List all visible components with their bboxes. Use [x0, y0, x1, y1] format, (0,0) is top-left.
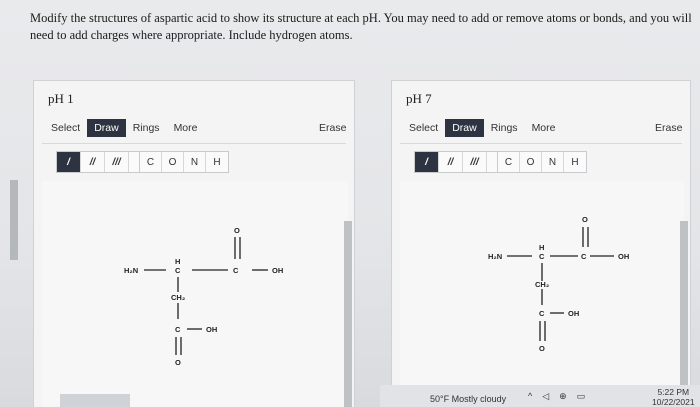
draw-tool[interactable]: Draw	[445, 119, 484, 137]
atom-o-button[interactable]: O	[162, 152, 184, 172]
atom-h-button[interactable]: H	[564, 152, 586, 172]
atom-carboxyl-c[interactable]: C	[233, 266, 239, 275]
atom-group: C O N H	[497, 152, 586, 172]
atom-n-button[interactable]: N	[542, 152, 564, 172]
left-edge-scrollbar[interactable]	[10, 180, 18, 260]
globe-icon[interactable]: ⊕	[559, 391, 567, 402]
speaker-icon[interactable]: ◁	[542, 391, 549, 402]
atom-n-button[interactable]: N	[184, 152, 206, 172]
atom-carboxyl-o[interactable]: O	[234, 226, 240, 235]
more-tool[interactable]: More	[167, 119, 205, 137]
weather-widget[interactable]: 50°F Mostly cloudy	[430, 394, 506, 404]
atom-alpha-c[interactable]: C	[175, 266, 181, 275]
editor-toolbar: Select Draw Rings More	[402, 117, 563, 139]
single-bond-button[interactable]: /	[415, 152, 439, 172]
molecule-drawing: H₂N C H C O OH CH₂ C OH O	[488, 215, 629, 353]
editor-toolbar: Select Draw Rings More	[44, 117, 205, 139]
toolbar-divider	[400, 143, 682, 144]
atom-side-o[interactable]: O	[539, 344, 545, 353]
triple-bond-button[interactable]: ///	[463, 152, 487, 172]
atom-alpha-h[interactable]: H	[539, 243, 544, 252]
atom-h2n[interactable]: H₂N	[124, 266, 138, 275]
triple-bond-button[interactable]: ///	[105, 152, 129, 172]
panel-title: pH 1	[48, 91, 74, 106]
atom-carboxyl-oh[interactable]: OH	[272, 266, 283, 275]
battery-icon[interactable]: ▭	[577, 391, 586, 402]
taskbar: 50°F Mostly cloudy ^ ◁ ⊕ ▭ 5:22 PM 10/22…	[380, 385, 700, 407]
drawing-canvas[interactable]: H₂N C H C O OH CH₂ C OH O	[400, 181, 684, 407]
chevron-up-icon[interactable]: ^	[528, 391, 532, 402]
double-bond-button[interactable]: //	[81, 152, 105, 172]
clock-time: 5:22 PM	[657, 387, 690, 397]
single-bond-button[interactable]: /	[57, 152, 81, 172]
screen: Modify the structures of aspartic acid t…	[0, 0, 700, 407]
atom-side-c[interactable]: C	[539, 309, 545, 318]
clock-date: 10/22/2021	[652, 397, 695, 407]
atom-c-button[interactable]: C	[498, 152, 520, 172]
panel-ph7: pH 7 Select Draw Rings More Erase / // /…	[391, 80, 691, 407]
atom-h-button[interactable]: H	[206, 152, 228, 172]
atom-carboxyl-c[interactable]: C	[581, 252, 587, 261]
more-tool[interactable]: More	[525, 119, 563, 137]
atom-carboxyl-oh[interactable]: OH	[618, 252, 629, 261]
question-text: Modify the structures of aspartic acid t…	[30, 11, 692, 42]
toolbar-divider	[42, 143, 346, 144]
canvas-scrollbar[interactable]	[680, 221, 688, 407]
draw-subtools: / // /// C O N H	[414, 151, 587, 173]
rings-tool[interactable]: Rings	[126, 119, 167, 137]
molecule-drawing: H₂N C H C O OH CH₂ C OH O	[124, 226, 283, 367]
draw-subtools: / // /// C O N H	[56, 151, 229, 173]
atom-ch2[interactable]: CH₂	[171, 293, 185, 302]
select-tool[interactable]: Select	[44, 119, 87, 137]
panel-ph1: pH 1 Select Draw Rings More Erase / // /…	[33, 80, 355, 407]
atom-h2n[interactable]: H₂N	[488, 252, 502, 261]
select-tool[interactable]: Select	[402, 119, 445, 137]
atom-alpha-c[interactable]: C	[539, 252, 545, 261]
atom-side-oh[interactable]: OH	[568, 309, 579, 318]
atom-alpha-h[interactable]: H	[175, 257, 180, 266]
page-footer-bar	[60, 394, 130, 407]
atom-ch2[interactable]: CH₂	[535, 280, 549, 289]
double-bond-button[interactable]: //	[439, 152, 463, 172]
panel-title: pH 7	[406, 91, 432, 106]
atom-side-o[interactable]: O	[175, 358, 181, 367]
atom-carboxyl-o[interactable]: O	[582, 215, 588, 224]
atom-c-button[interactable]: C	[140, 152, 162, 172]
draw-tool[interactable]: Draw	[87, 119, 126, 137]
rings-tool[interactable]: Rings	[484, 119, 525, 137]
atom-group: C O N H	[139, 152, 228, 172]
erase-tool[interactable]: Erase	[319, 117, 346, 139]
atom-o-button[interactable]: O	[520, 152, 542, 172]
system-tray: ^ ◁ ⊕ ▭	[528, 391, 585, 402]
clock[interactable]: 5:22 PM 10/22/2021	[652, 387, 695, 407]
erase-tool[interactable]: Erase	[655, 117, 682, 139]
drawing-canvas[interactable]: H₂N C H C O OH CH₂ C OH O	[42, 181, 348, 407]
atom-side-c[interactable]: C	[175, 325, 181, 334]
canvas-scrollbar[interactable]	[344, 221, 352, 407]
atom-side-oh[interactable]: OH	[206, 325, 217, 334]
